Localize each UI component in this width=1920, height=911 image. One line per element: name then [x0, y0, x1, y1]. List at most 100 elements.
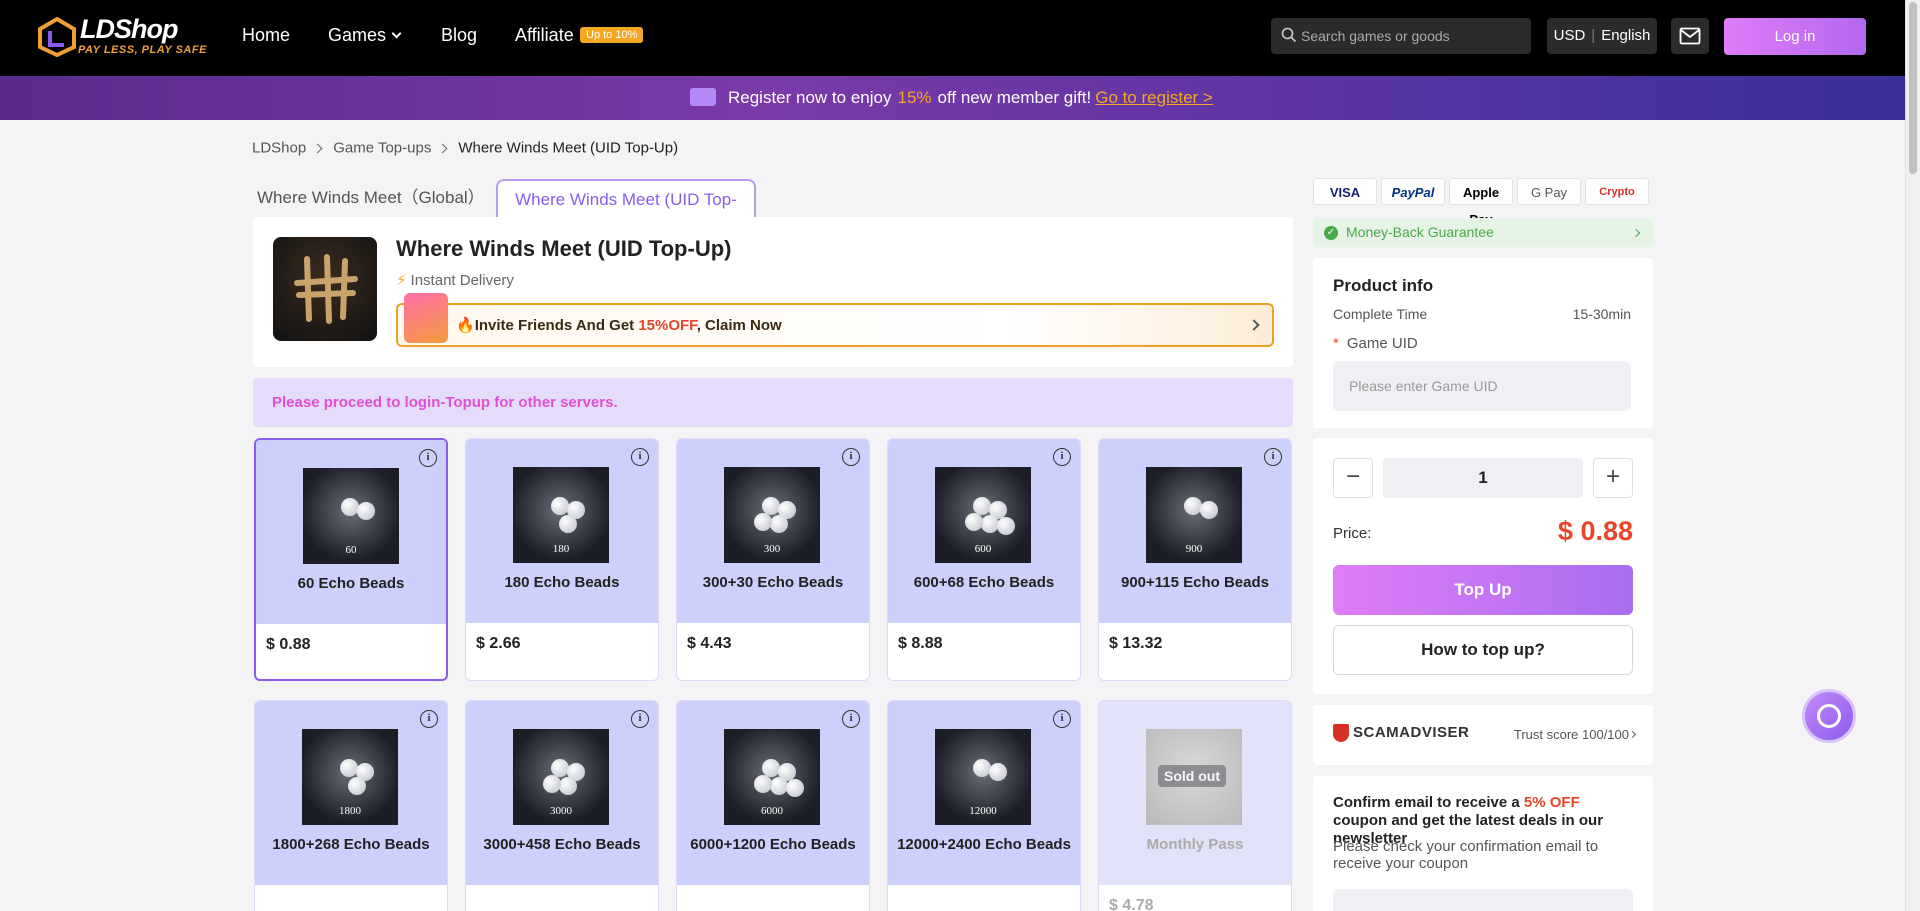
trust-score: Trust score 100/100 — [1513, 727, 1629, 742]
info-icon[interactable]: i — [631, 710, 649, 728]
echo-beads-image: 180 — [513, 467, 609, 563]
game-uid-label: * Game UID — [1333, 335, 1418, 352]
search-input[interactable] — [1301, 18, 1526, 54]
package-tile-header: 300 300+30 Echo Beads i — [677, 439, 869, 623]
product-title: Where Winds Meet (UID Top-Up) — [396, 236, 732, 261]
package-tile[interactable]: 900 900+115 Echo Beads i $ 13.32 — [1098, 438, 1292, 681]
info-icon[interactable]: i — [419, 449, 437, 467]
package-amount: 180 — [552, 543, 570, 555]
tab-global[interactable]: Where Winds Meet（Global） — [253, 179, 489, 217]
package-tile[interactable]: 180 180 Echo Beads i $ 2.66 — [465, 438, 659, 681]
package-tile-header: 12000 12000+2400 Echo Beads i — [888, 701, 1080, 885]
quantity-decrease-button[interactable]: − — [1333, 458, 1373, 498]
page-scrollbar[interactable] — [1905, 0, 1920, 911]
breadcrumb-current: Where Winds Meet (UID Top-Up) — [458, 139, 679, 157]
invite-text-after: , Claim Now — [696, 317, 782, 334]
package-tile[interactable]: 60 60 Echo Beads i $ 0.88 — [254, 438, 448, 681]
package-tile[interactable]: 300 300+30 Echo Beads i $ 4.43 — [676, 438, 870, 681]
chevron-right-icon — [1631, 228, 1641, 238]
info-icon[interactable]: i — [631, 448, 649, 466]
info-icon[interactable]: i — [842, 448, 860, 466]
money-back-guarantee[interactable]: ✓ Money-Back Guarantee — [1313, 218, 1653, 247]
pearl-icon — [559, 515, 577, 533]
how-to-top-up-button[interactable]: How to top up? — [1333, 625, 1633, 675]
nav-games[interactable]: Games — [328, 25, 402, 46]
invite-text-before: Invite Friends And Get — [474, 317, 639, 334]
echo-beads-image: Sold out — [1146, 729, 1242, 825]
info-icon[interactable]: i — [1264, 448, 1282, 466]
product-info-panel: Product info Complete Time 15-30min * Gam… — [1313, 258, 1653, 428]
crypto-icon: Crypto — [1585, 178, 1649, 205]
mail-button[interactable] — [1671, 18, 1709, 54]
package-amount: 300 — [763, 543, 781, 555]
check-icon: ✓ — [1324, 226, 1338, 240]
coupon-icon — [690, 87, 716, 106]
top-up-button[interactable]: Top Up — [1333, 565, 1633, 615]
quantity-input[interactable]: 1 — [1383, 458, 1583, 498]
invite-text: 🔥Invite Friends And Get 15%OFF, Claim No… — [456, 316, 782, 334]
complete-time-value: 15-30min — [1572, 306, 1631, 322]
divider: | — [1591, 27, 1596, 44]
scamadviser-panel[interactable]: SCAMADVISER Trust score 100/100 — [1313, 705, 1653, 765]
invite-friends-banner[interactable]: 🔥Invite Friends And Get 15%OFF, Claim No… — [396, 293, 1274, 347]
login-button[interactable]: Log in — [1724, 18, 1866, 55]
nav-blog[interactable]: Blog — [441, 25, 477, 46]
pearl-icon — [997, 517, 1015, 535]
package-price: $ 4.43 — [687, 635, 732, 652]
info-icon[interactable]: i — [1053, 448, 1071, 466]
package-tile-header: 600 600+68 Echo Beads i — [888, 439, 1080, 623]
info-icon[interactable]: i — [842, 710, 860, 728]
breadcrumb: LDShop Game Top-ups Where Winds Meet (UID … — [252, 139, 678, 157]
newsletter-discount: 5% OFF — [1523, 794, 1580, 811]
tab-uid-topup[interactable]: Where Winds Meet (UID Top-Up) — [496, 179, 756, 247]
package-amount: 3000 — [550, 805, 572, 817]
gift-box-icon — [404, 293, 448, 343]
package-tile-header: 900 900+115 Echo Beads i — [1099, 439, 1291, 623]
package-tile[interactable]: 6000 6000+1200 Echo Beads i — [676, 700, 870, 911]
package-tile-header: 6000 6000+1200 Echo Beads i — [677, 701, 869, 885]
package-amount: 6000 — [761, 805, 783, 817]
package-tile[interactable]: 3000 3000+458 Echo Beads i — [465, 700, 659, 911]
echo-beads-image: 3000 — [513, 729, 609, 825]
echo-beads-image: 900 — [1146, 467, 1242, 563]
server-notice: Please proceed to login-Topup for other … — [253, 378, 1293, 427]
lightning-icon: ⚡ — [396, 272, 407, 289]
search-box — [1271, 18, 1531, 54]
newsletter-email-input[interactable] — [1333, 889, 1633, 911]
instant-delivery: ⚡ Instant Delivery — [396, 271, 514, 289]
info-icon[interactable]: i — [420, 710, 438, 728]
echo-beads-image: 6000 — [724, 729, 820, 825]
package-tile-header: 1800 1800+268 Echo Beads i — [255, 701, 447, 885]
info-icon[interactable]: i — [1053, 710, 1071, 728]
currency-language-selector[interactable]: USD | English — [1547, 18, 1657, 54]
chevron-right-icon — [312, 143, 323, 153]
game-uid-label-text: Game UID — [1346, 335, 1418, 352]
package-tile[interactable]: 1800 1800+268 Echo Beads i — [254, 700, 448, 911]
register-link[interactable]: Go to register > — [1095, 88, 1213, 107]
nav-home[interactable]: Home — [242, 25, 290, 46]
pearl-icon — [965, 513, 983, 531]
game-uid-input[interactable] — [1333, 361, 1631, 411]
package-name: 3000+458 Echo Beads — [483, 836, 641, 853]
package-price: $ 13.32 — [1109, 635, 1163, 652]
chat-support-button[interactable] — [1802, 689, 1856, 743]
nav-affiliate[interactable]: Affiliate — [515, 25, 574, 46]
fire-icon: 🔥 — [456, 317, 475, 334]
breadcrumb-game-topups[interactable]: Game Top-ups — [333, 140, 431, 157]
package-name: 1800+268 Echo Beads — [272, 836, 430, 853]
package-amount: 60 — [345, 544, 357, 556]
scrollbar-thumb[interactable] — [1909, 2, 1917, 174]
currency-label: USD — [1553, 27, 1586, 44]
chevron-right-icon — [1628, 730, 1637, 739]
pearl-icon — [989, 763, 1007, 781]
package-tile[interactable]: 12000 12000+2400 Echo Beads i — [887, 700, 1081, 911]
package-tile: Sold out Monthly Pass $ 4.78 — [1098, 700, 1292, 911]
pearl-icon — [786, 779, 804, 797]
logo-tagline: PAY LESS, PLAY SAFE — [78, 44, 207, 56]
mail-icon — [1679, 27, 1701, 45]
package-tile[interactable]: 600 600+68 Echo Beads i $ 8.88 — [887, 438, 1081, 681]
quantity-increase-button[interactable]: + — [1593, 458, 1633, 498]
site-logo[interactable]: LDShop PAY LESS, PLAY SAFE — [38, 14, 206, 60]
newsletter-panel: Confirm email to receive a 5% OFF coupon… — [1313, 776, 1653, 911]
breadcrumb-ldshop[interactable]: LDShop — [252, 140, 306, 157]
